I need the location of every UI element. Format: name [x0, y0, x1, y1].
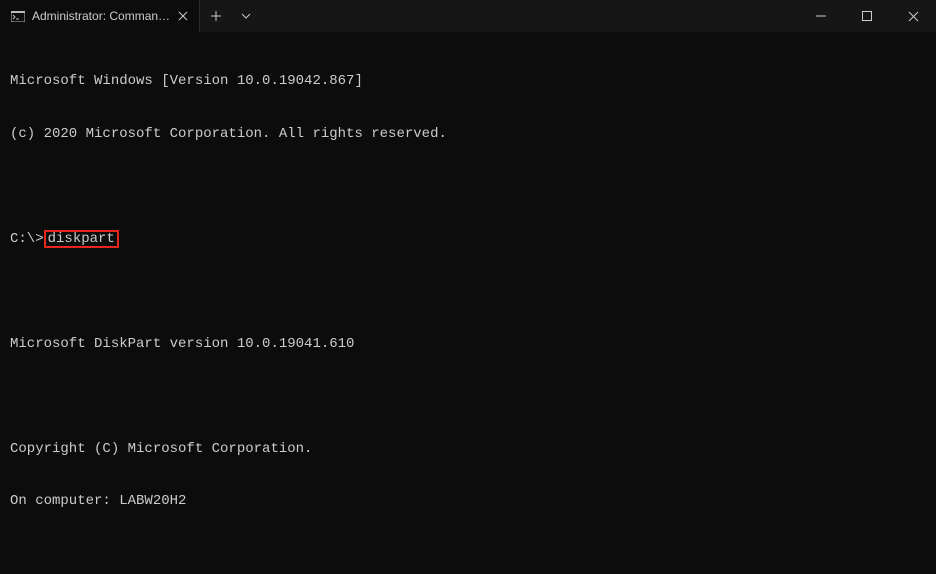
active-tab[interactable]: Administrator: Command Promp [0, 0, 200, 32]
highlighted-command: diskpart [44, 230, 119, 248]
titlebar: Administrator: Command Promp [0, 0, 936, 32]
maximize-button[interactable] [844, 0, 890, 32]
cmd-icon [10, 8, 26, 24]
maximize-icon [862, 11, 872, 21]
close-window-button[interactable] [890, 0, 936, 32]
window-controls [798, 0, 936, 32]
tab-title: Administrator: Command Promp [32, 9, 171, 23]
plus-icon [210, 10, 222, 22]
output-line: Microsoft Windows [Version 10.0.19042.86… [10, 73, 926, 91]
tab-dropdown-button[interactable] [232, 0, 260, 32]
output-line: Microsoft DiskPart version 10.0.19041.61… [10, 336, 926, 354]
titlebar-drag-area[interactable] [260, 0, 798, 32]
close-icon [908, 11, 919, 22]
output-line: On computer: LABW20H2 [10, 493, 926, 511]
chevron-down-icon [241, 13, 251, 19]
close-tab-button[interactable] [175, 8, 191, 24]
terminal-window: Administrator: Command Promp [0, 0, 936, 574]
new-tab-button[interactable] [200, 0, 232, 32]
command-line: C:\>diskpart [10, 231, 926, 249]
output-line: (c) 2020 Microsoft Corporation. All righ… [10, 126, 926, 144]
minimize-button[interactable] [798, 0, 844, 32]
output-line: Copyright (C) Microsoft Corporation. [10, 441, 926, 459]
prompt-text: C:\> [10, 231, 44, 247]
terminal-output[interactable]: Microsoft Windows [Version 10.0.19042.86… [0, 32, 936, 574]
minimize-icon [816, 11, 826, 21]
